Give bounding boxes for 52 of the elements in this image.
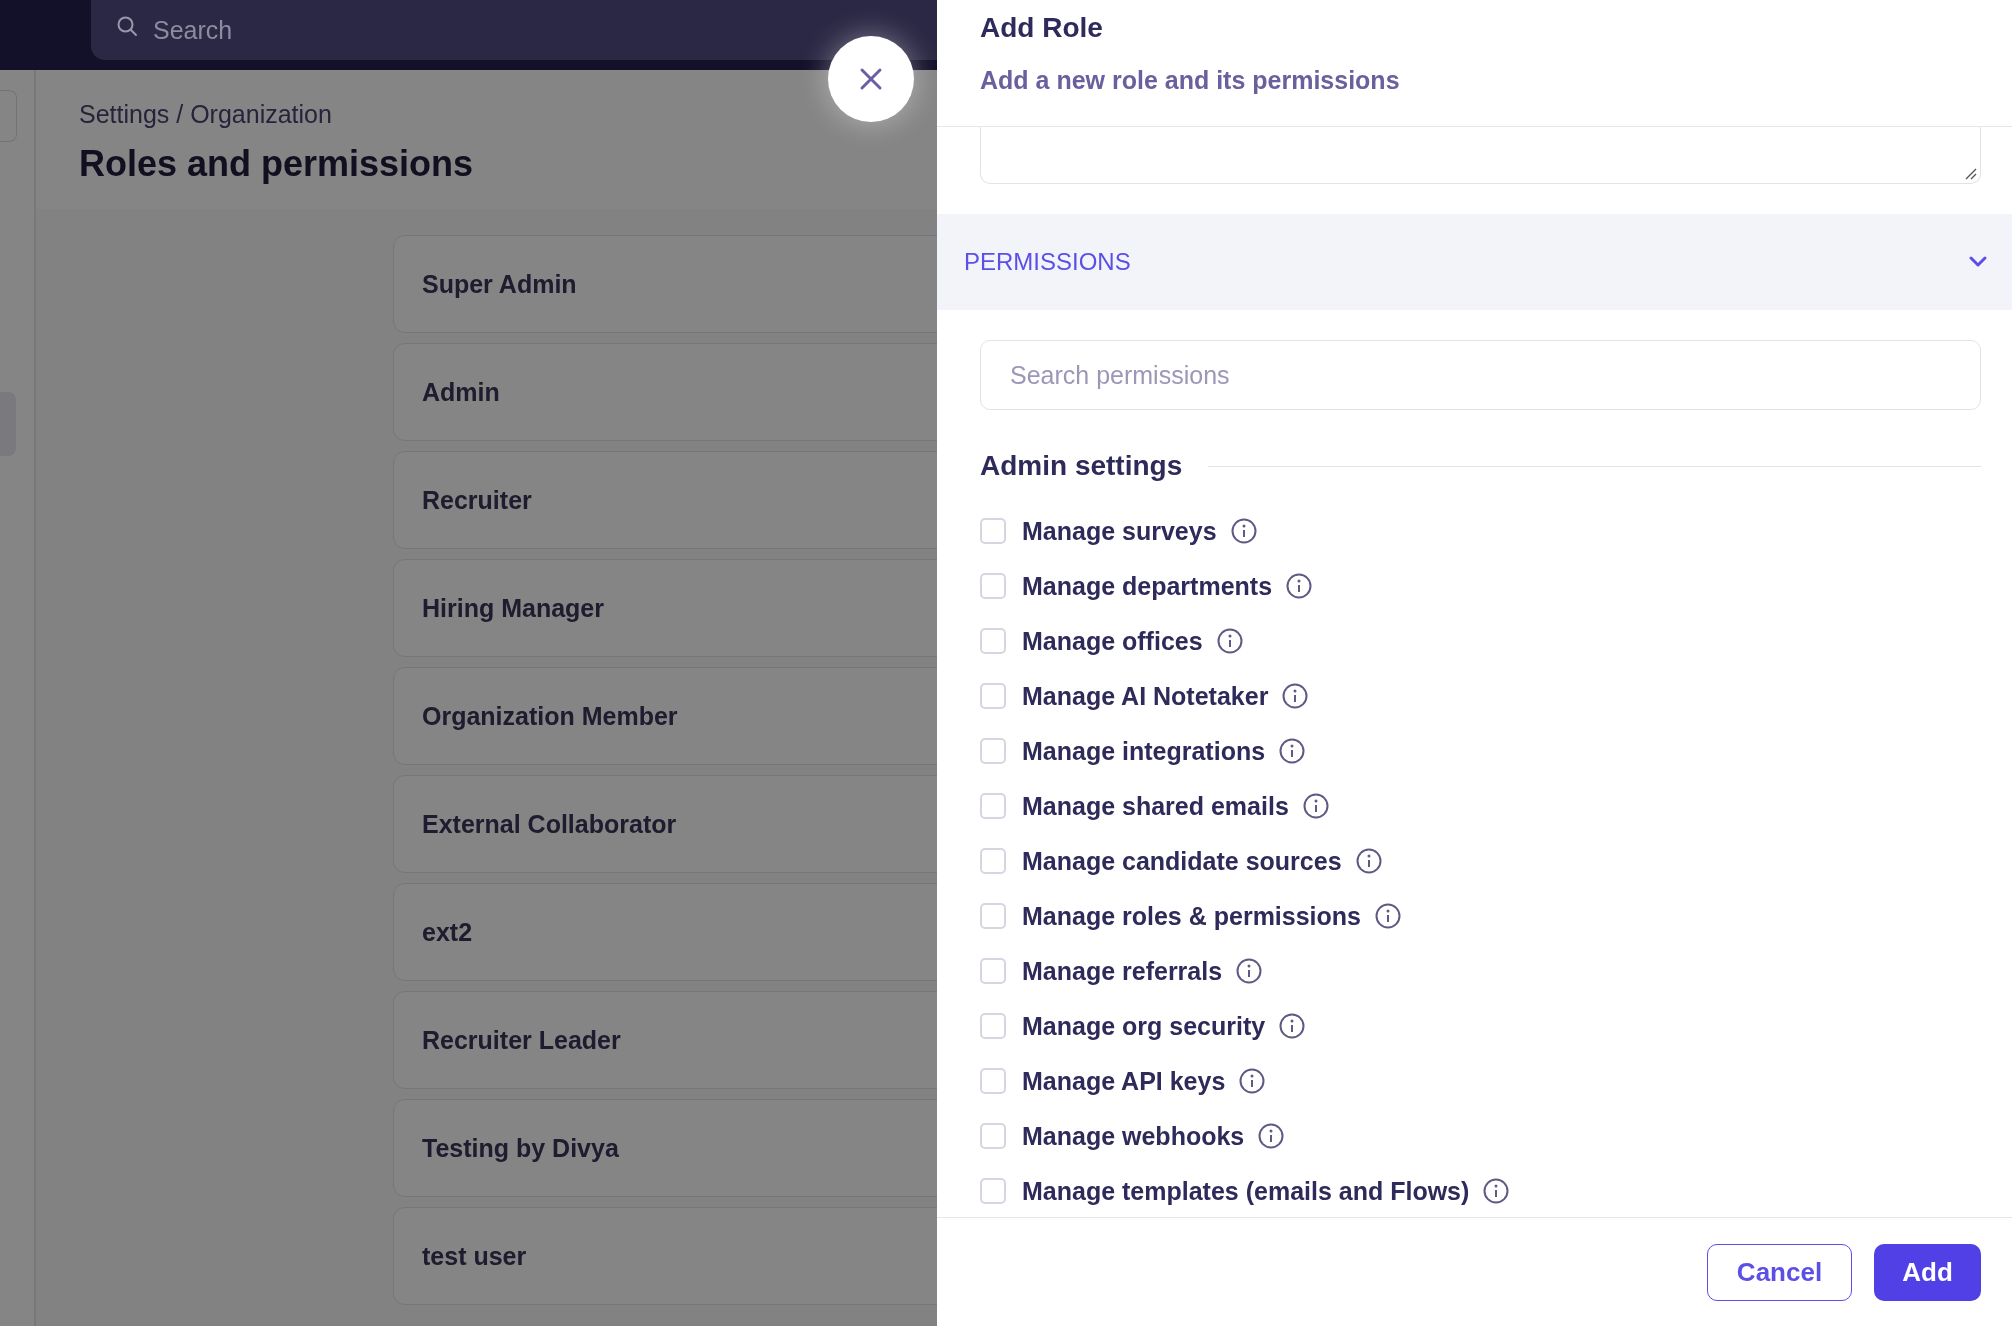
info-icon[interactable] (1302, 793, 1329, 819)
permission-label: Manage offices (1022, 626, 1203, 656)
breadcrumb: Settings / Organization (79, 100, 333, 129)
info-icon[interactable] (1216, 628, 1243, 654)
permission-label: Manage org security (1022, 1011, 1266, 1041)
checkbox[interactable] (980, 1178, 1006, 1204)
permission-label: Manage surveys (1022, 516, 1217, 546)
checkbox[interactable] (980, 848, 1006, 874)
checkbox[interactable] (980, 1013, 1006, 1039)
info-icon[interactable] (1258, 1123, 1285, 1149)
search-icon (115, 14, 139, 38)
permission-label: Manage integrations (1022, 736, 1266, 766)
checkbox[interactable] (980, 518, 1006, 544)
permission-label: Manage roles & permissions (1022, 901, 1361, 931)
permission-label: Manage shared emails (1022, 791, 1289, 821)
info-icon[interactable] (1483, 1178, 1510, 1204)
section-label: PERMISSIONS (964, 248, 1131, 276)
resize-handle-icon[interactable] (1963, 166, 1977, 180)
drawer-subtitle: Add a new role and its permissions (980, 66, 1401, 95)
permission-label: Manage departments (1022, 571, 1273, 601)
permission-label: Manage referrals (1022, 956, 1223, 986)
permission-label: Manage API keys (1022, 1066, 1226, 1096)
info-icon[interactable] (1279, 1013, 1306, 1039)
info-icon[interactable] (1279, 738, 1306, 764)
checkbox[interactable] (980, 958, 1006, 984)
checkbox[interactable] (980, 793, 1006, 819)
info-icon[interactable] (1230, 518, 1257, 544)
permission-label: Manage templates (emails and Flows) (1022, 1176, 1470, 1206)
permission-label: Manage candidate sources (1022, 846, 1342, 876)
checkbox[interactable] (980, 1123, 1006, 1149)
checkbox[interactable] (980, 683, 1006, 709)
permission-label: Manage webhooks (1022, 1121, 1245, 1151)
info-icon[interactable] (1282, 683, 1309, 709)
checkbox[interactable] (980, 903, 1006, 929)
info-icon[interactable] (1239, 1068, 1266, 1094)
add-button[interactable]: Add (1874, 1243, 1981, 1301)
permission-label: Manage AI Notetaker (1022, 681, 1269, 711)
section-header[interactable]: PERMISSIONS (937, 214, 2012, 310)
group-title: Admin settings (980, 450, 1183, 482)
drawer-title: Add Role (980, 12, 1104, 44)
info-icon[interactable] (1236, 958, 1263, 984)
close-icon (858, 66, 884, 92)
checkbox[interactable] (980, 573, 1006, 599)
checkbox[interactable] (980, 1068, 1006, 1094)
info-icon[interactable] (1375, 903, 1401, 929)
checkbox[interactable] (980, 738, 1006, 764)
info-icon[interactable] (1286, 573, 1313, 599)
checkbox[interactable] (980, 628, 1006, 654)
cancel-button[interactable]: Cancel (1707, 1243, 1852, 1301)
search-field[interactable]: Search permissions (980, 340, 1981, 410)
info-icon[interactable] (1355, 848, 1382, 874)
page-title: Roles and permissions (79, 143, 474, 185)
